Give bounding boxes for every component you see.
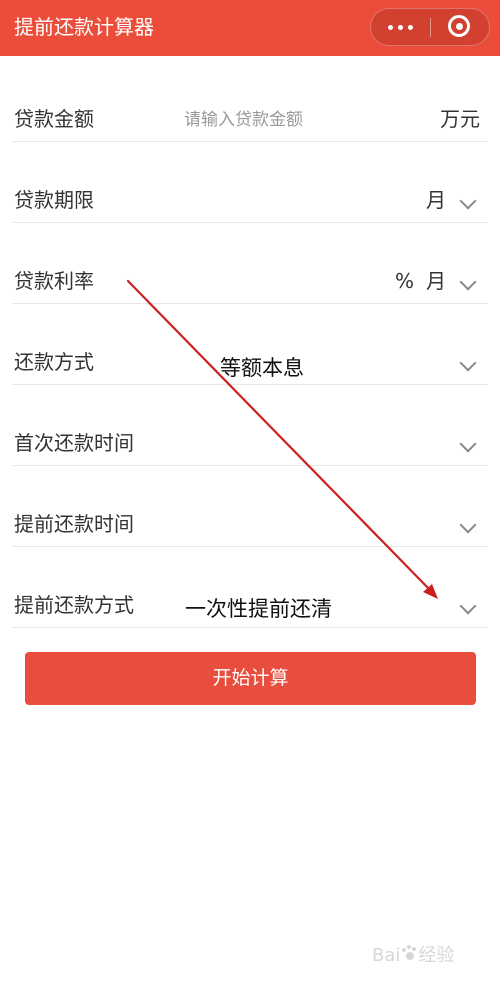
loan-amount-label: 贷款金额	[14, 107, 94, 131]
loan-amount-row: 贷款金额 万元	[12, 106, 488, 142]
loan-term-unit: 月	[426, 188, 446, 212]
annotation-arrow	[126, 279, 438, 599]
loan-rate-label: 贷款利率	[14, 269, 94, 293]
repay-method-value[interactable]: 等额本息	[220, 355, 304, 381]
prepay-time-label: 提前还款时间	[14, 512, 134, 536]
row-divider	[12, 222, 488, 223]
repay-method-row: 还款方式 等额本息	[12, 349, 488, 385]
chevron-down-icon[interactable]	[459, 354, 477, 372]
row-divider	[12, 546, 488, 547]
target-close-icon[interactable]	[431, 9, 489, 45]
prepay-time-field[interactable]	[184, 511, 486, 545]
loan-term-label: 贷款期限	[14, 188, 94, 212]
prepay-method-value[interactable]: 一次性提前还清	[185, 596, 332, 622]
chevron-down-icon[interactable]	[459, 597, 477, 615]
first-repay-time-field[interactable]	[184, 430, 486, 464]
loan-rate-row: 贷款利率 % 月	[12, 268, 488, 304]
loan-term-row: 贷款期限 月	[12, 187, 488, 223]
prepay-time-row: 提前还款时间	[12, 511, 488, 547]
row-divider	[12, 465, 488, 466]
loan-rate-unit: 月	[426, 269, 446, 293]
page-title: 提前还款计算器	[14, 15, 154, 39]
row-divider	[12, 303, 488, 304]
paw-icon	[400, 945, 418, 963]
more-dots-icon[interactable]	[371, 9, 430, 45]
prepay-method-row: 提前还款方式 一次性提前还清	[12, 592, 488, 628]
first-repay-time-row: 首次还款时间	[12, 430, 488, 466]
mini-program-capsule	[370, 8, 490, 46]
start-calculate-button[interactable]: 开始计算	[25, 652, 476, 705]
loan-amount-input[interactable]	[184, 108, 414, 132]
row-divider	[12, 627, 488, 628]
row-divider	[12, 384, 488, 385]
first-repay-time-label: 首次还款时间	[14, 431, 134, 455]
navigation-bar: 提前还款计算器	[0, 0, 500, 56]
row-divider	[12, 141, 488, 142]
repay-method-label: 还款方式	[14, 350, 94, 374]
baidu-watermark: Bai 经验	[372, 945, 455, 966]
loan-rate-percent: %	[395, 269, 415, 293]
prepay-method-label: 提前还款方式	[14, 593, 134, 617]
loan-amount-unit: 万元	[440, 107, 480, 131]
